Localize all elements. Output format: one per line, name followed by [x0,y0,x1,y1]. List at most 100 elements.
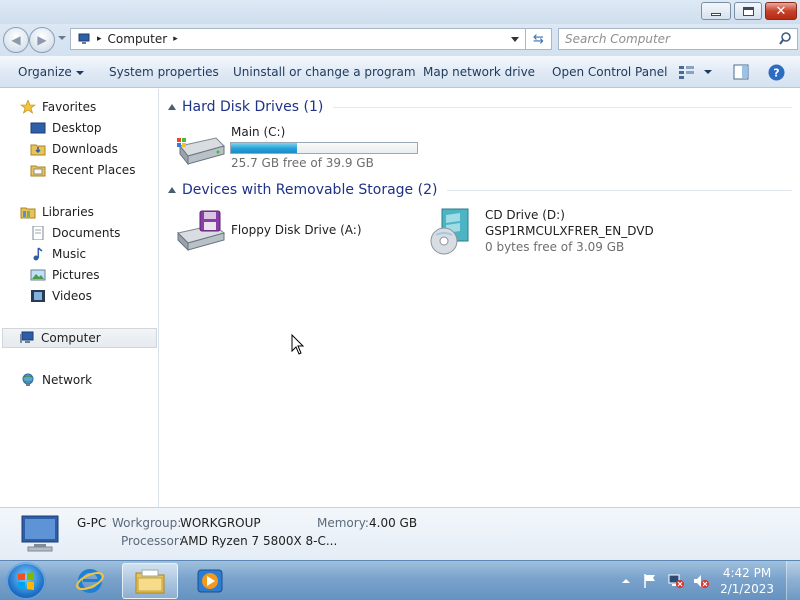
sidebar-item-downloads[interactable]: Downloads [30,139,118,159]
computer-large-icon [16,514,64,557]
action-center-tray[interactable] [642,561,658,600]
network-disconnected-icon [668,574,684,588]
refresh-icon: ⇆ [533,31,544,47]
workgroup-value: WORKGROUP [180,516,261,530]
uninstall-program-button[interactable]: Uninstall or change a program [233,65,416,79]
system-clock[interactable]: 4:42 PM 2/1/2023 [720,565,774,597]
star-icon [20,99,36,114]
computer-icon [19,331,35,345]
group-title: Devices with Removable Storage (2) [182,182,438,198]
sidebar-item-favorites[interactable]: Favorites [20,97,96,117]
music-icon [30,247,46,261]
drive-usage-bar [230,142,418,154]
group-header-removable-storage[interactable]: Devices with Removable Storage (2) [168,182,792,198]
pictures-icon [30,268,46,282]
videos-icon [30,289,46,303]
minimize-icon [711,12,721,16]
breadcrumb-arrow-icon[interactable]: ▸ [97,34,102,44]
desktop-icon [30,121,46,135]
sidebar-item-label: Documents [52,226,121,240]
workgroup-label: Workgroup: [112,516,182,530]
minimize-button[interactable] [701,2,731,20]
sidebar-item-computer[interactable]: Computer [2,328,157,348]
address-bar[interactable]: ▸ Computer ▸ [70,28,526,50]
help-icon: ? [768,64,785,81]
pc-name: G-PC [77,516,107,530]
libraries-icon [20,205,36,219]
maximize-button[interactable] [734,2,762,20]
sidebar-item-label: Pictures [52,268,100,282]
sidebar-item-libraries[interactable]: Libraries [20,202,94,222]
hard-disk-icon [176,128,226,169]
collapse-icon[interactable] [168,104,176,110]
sidebar-item-music[interactable]: Music [30,244,86,264]
sidebar-item-label: Libraries [42,205,94,219]
preview-pane-button[interactable] [733,64,749,83]
taskbar-internet-explorer[interactable] [62,563,118,599]
network-tray[interactable] [667,561,685,600]
help-button[interactable]: ? [768,64,785,84]
sidebar-item-documents[interactable]: Documents [30,223,120,243]
collapse-icon[interactable] [168,187,176,193]
search-icon[interactable] [779,32,791,46]
system-properties-button[interactable]: System properties [109,65,219,79]
taskbar-windows-explorer[interactable] [122,563,178,599]
drive-main-c[interactable]: Main (C:) 25.7 GB free of 39.9 GB [176,122,436,172]
internet-explorer-icon [76,569,104,593]
processor-label: Processor: [121,534,183,548]
address-dropdown-icon[interactable] [511,37,519,42]
sidebar-item-label: Favorites [42,100,97,114]
map-network-drive-button[interactable]: Map network drive [423,65,535,79]
navigation-pane: Favorites Desktop Downloads Recent Place… [0,89,159,507]
processor-value: AMD Ryzen 7 5800X 8-C... [180,534,338,548]
memory-value: 4.00 GB [369,516,418,530]
show-hidden-icons-button[interactable] [620,561,632,600]
memory-label: Memory: [317,516,369,530]
recent-places-icon [30,163,46,177]
taskbar-media-player[interactable] [182,563,238,599]
open-control-panel-button[interactable]: Open Control Panel [552,65,667,79]
group-divider [447,189,792,191]
sidebar-item-desktop[interactable]: Desktop [30,118,102,138]
organize-menu[interactable]: Organize [18,65,84,79]
show-desktop-button[interactable] [786,561,800,600]
network-icon [20,373,36,387]
mouse-cursor-icon [291,333,305,359]
chevron-up-icon [622,579,630,583]
drive-free-space: 0 bytes free of 3.09 GB [485,240,625,254]
sidebar-item-label: Desktop [52,121,102,135]
refresh-button[interactable]: ⇆ [526,28,552,50]
drive-cd-d[interactable]: CD Drive (D:) GSP1RMCULXFRER_EN_DVD 0 by… [430,207,680,257]
taskbar: 4:42 PM 2/1/2023 [0,560,800,600]
chevron-down-icon [75,70,84,75]
change-view-button[interactable] [678,64,714,83]
sidebar-item-pictures[interactable]: Pictures [30,265,100,285]
maximize-icon [742,6,754,16]
folder-icon [135,569,165,594]
start-button[interactable] [6,562,46,600]
drive-floppy-a[interactable]: Floppy Disk Drive (A:) [176,207,406,253]
group-title: Hard Disk Drives (1) [182,99,324,115]
volume-tray[interactable] [692,561,710,600]
back-button[interactable]: ◀ [3,27,29,53]
forward-button[interactable]: ▶ [29,27,55,53]
volume-muted-icon [694,575,709,588]
floppy-drive-icon [176,209,226,254]
search-input[interactable] [559,32,769,46]
breadcrumb-computer[interactable]: Computer [108,32,168,46]
svg-text:?: ? [773,67,779,80]
sidebar-item-network[interactable]: Network [20,370,92,390]
search-box[interactable] [558,28,798,50]
preview-pane-icon [733,64,749,80]
command-bar: Organize System properties Uninstall or … [0,56,800,88]
computer-icon [77,33,91,45]
close-icon: ✕ [775,3,787,19]
close-button[interactable]: ✕ [765,2,797,20]
breadcrumb-arrow-icon[interactable]: ▸ [173,34,178,44]
group-header-hard-disk-drives[interactable]: Hard Disk Drives (1) [168,99,792,115]
sidebar-item-videos[interactable]: Videos [30,286,92,306]
media-player-icon [197,569,223,593]
recent-pages-dropdown[interactable] [58,36,66,40]
drive-name: CD Drive (D:) [485,208,565,222]
sidebar-item-recent-places[interactable]: Recent Places [30,160,135,180]
